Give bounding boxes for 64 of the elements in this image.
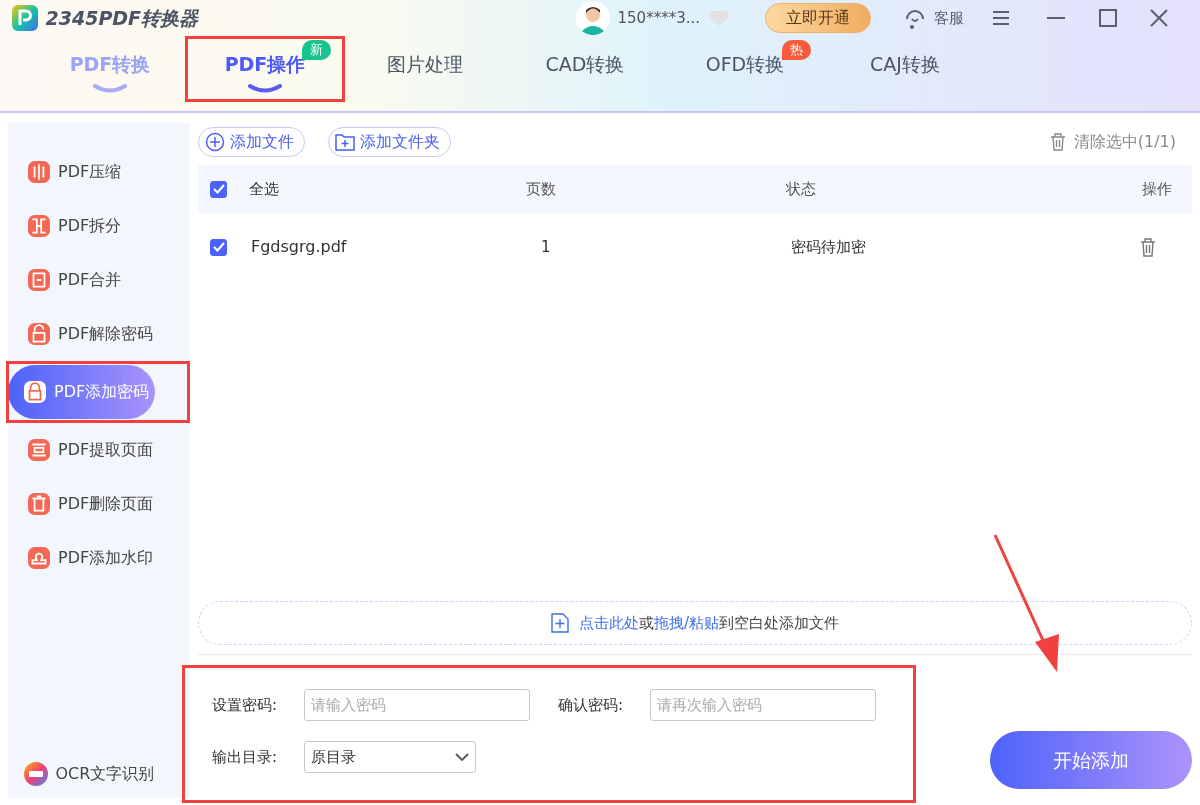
tab[interactable]: CAJ转换 [825,36,985,89]
drop-zone-link[interactable]: 拖拽/粘贴 [653,611,720,635]
checkbox[interactable] [210,180,227,198]
ocr-icon [24,762,48,786]
add-file-button[interactable]: 添加文件 [198,127,305,157]
password-field[interactable]: 请输入密码 [304,689,530,721]
sidebar-item[interactable]: PDF添加水印 [12,531,160,585]
menu-icon[interactable] [991,10,1010,26]
trash-icon[interactable] [1050,133,1067,151]
clear-selection-link[interactable]: 清除选中(1/1) [1073,130,1176,154]
drop-zone-text: 或 [638,612,654,634]
close-icon[interactable] [1150,9,1168,27]
minimize-icon[interactable] [1047,16,1065,20]
sidebar-item[interactable]: PDF删除页面 [12,477,160,531]
tool-icon [28,269,50,291]
tool-icon [28,439,50,461]
file-name: Fgdsgrg.pdf [251,236,348,258]
tab[interactable]: CAD转换 [505,36,665,89]
output-directory-label: 输出目录: [212,746,279,768]
confirm-password-field[interactable]: 请再次输入密码 [650,689,876,721]
sidebar-item[interactable]: PDF提取页面 [12,423,160,477]
drop-zone-link[interactable]: 点击此处 [578,611,639,635]
sidebar-item[interactable]: PDF拆分 [12,199,128,253]
diamond-icon [707,10,730,26]
tool-icon [28,323,50,345]
avatar-icon [576,1,610,35]
tool-icon [28,547,50,569]
add-folder-button[interactable]: 添加文件夹 [327,127,451,157]
checkbox[interactable] [210,238,227,256]
chevron-down-icon [455,752,469,762]
maximize-icon[interactable] [1098,9,1117,27]
output-directory-dropdown[interactable]: 原目录 [304,741,476,773]
column-header: 操作 [1142,178,1172,200]
add-folder-icon [334,133,355,151]
app-title: 2345PDF转换器 [45,5,199,31]
tool-icon [28,493,50,515]
status-text: 密码待加密 [791,236,866,258]
select-all-label[interactable]: 全选 [249,177,279,201]
column-header: 状态 [786,178,816,200]
sidebar-item[interactable]: PDF压缩 [12,145,128,199]
customer-service-link[interactable]: 客服 [934,6,964,30]
page-count: 1 [541,236,552,258]
ocr-link[interactable]: OCR文字识别 [55,762,155,786]
user-name[interactable]: 150****3... [617,6,700,30]
start-button[interactable]: 开始添加 [990,731,1192,789]
add-file-icon [550,613,569,633]
plus-circle-icon [205,132,225,152]
tab-underline-icon [247,83,283,93]
tool-icon [24,381,46,403]
tab[interactable]: 图片处理 [345,36,505,89]
column-header: 页数 [526,178,556,200]
delete-icon[interactable] [1140,237,1156,257]
tab-badge: 热 [782,40,811,60]
password-label: 设置密码: [212,694,279,716]
confirm-password-label: 确认密码: [558,694,625,716]
app-logo-icon [12,5,38,31]
activate-vip-button[interactable]: 立即开通 [765,3,871,33]
tool-icon [28,215,50,237]
sidebar-item[interactable]: PDF合并 [12,253,128,307]
drop-zone-text: 到空白处添加文件 [719,612,840,634]
tab-badge: 新 [302,40,331,60]
tool-icon [28,161,50,183]
tab-underline-icon [92,83,128,93]
sidebar-item[interactable]: PDF解除密码 [12,307,160,361]
